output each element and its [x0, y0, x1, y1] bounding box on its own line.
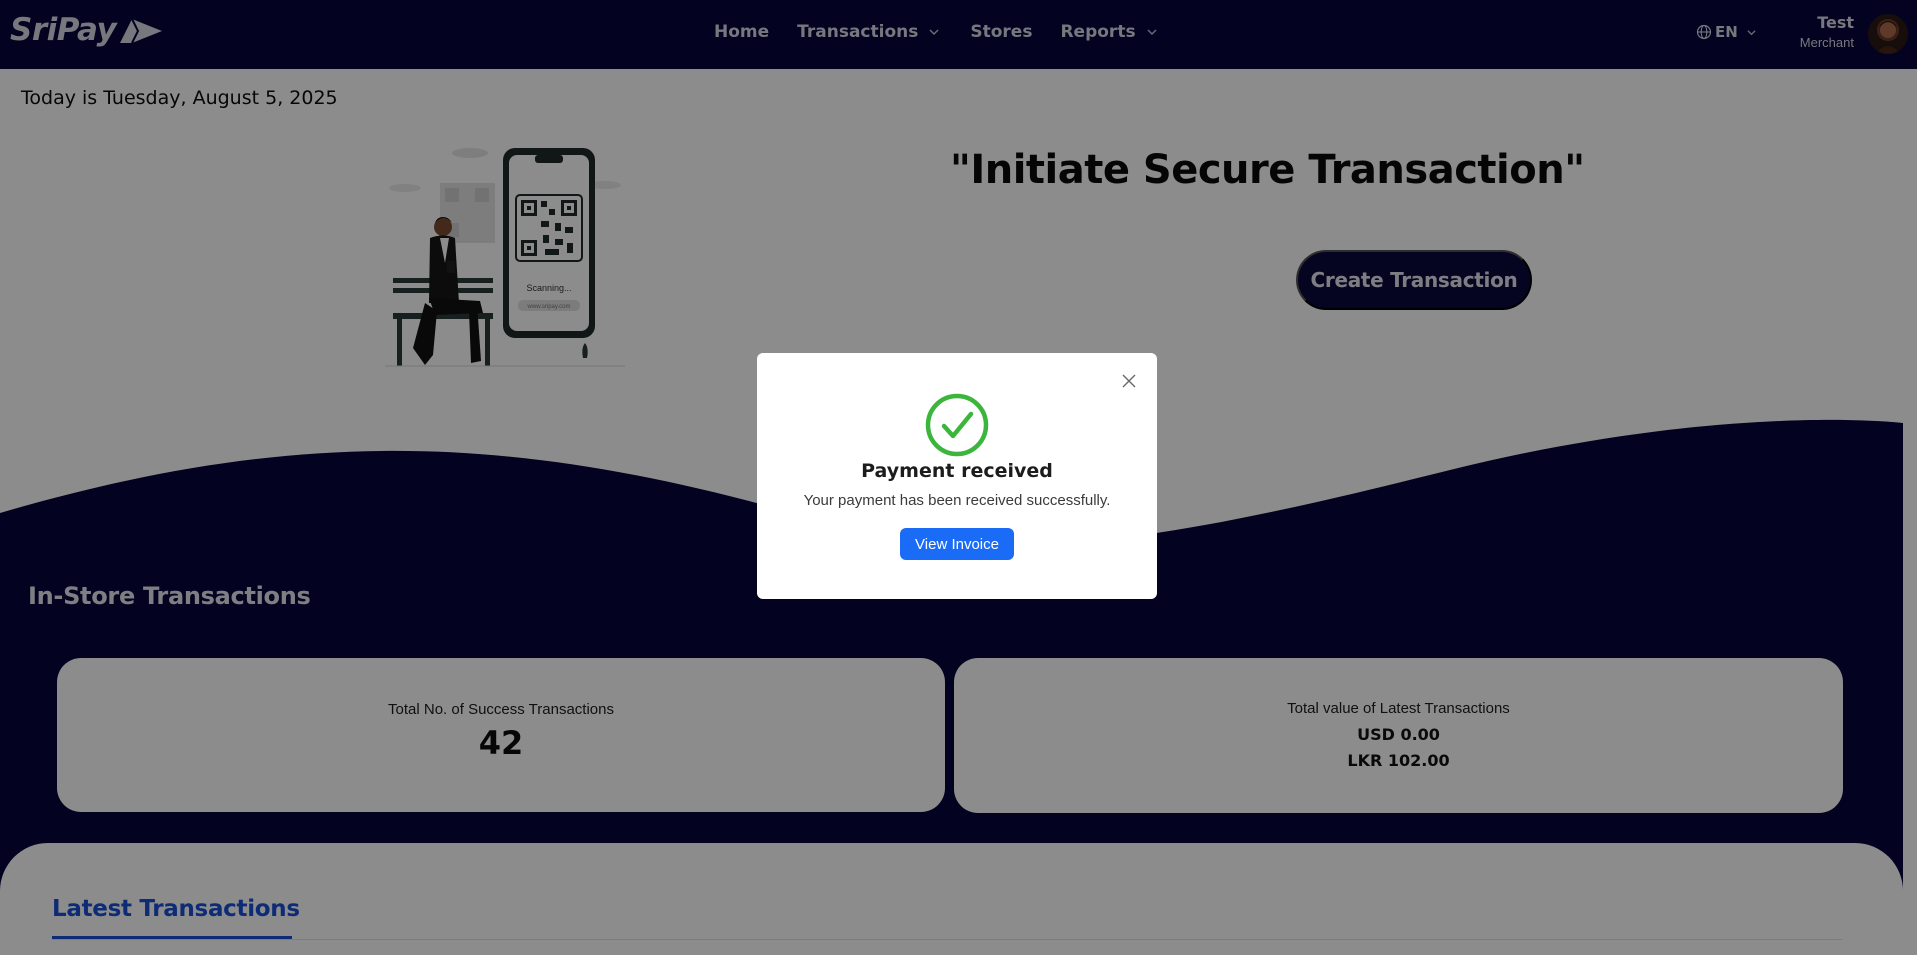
- modal-title: Payment received: [861, 460, 1053, 482]
- modal-message: Your payment has been received successfu…: [803, 492, 1111, 509]
- close-icon[interactable]: [1121, 373, 1137, 389]
- view-invoice-button[interactable]: View Invoice: [900, 528, 1014, 560]
- payment-received-modal: Payment received Your payment has been r…: [757, 353, 1157, 599]
- check-circle-icon: [925, 393, 989, 457]
